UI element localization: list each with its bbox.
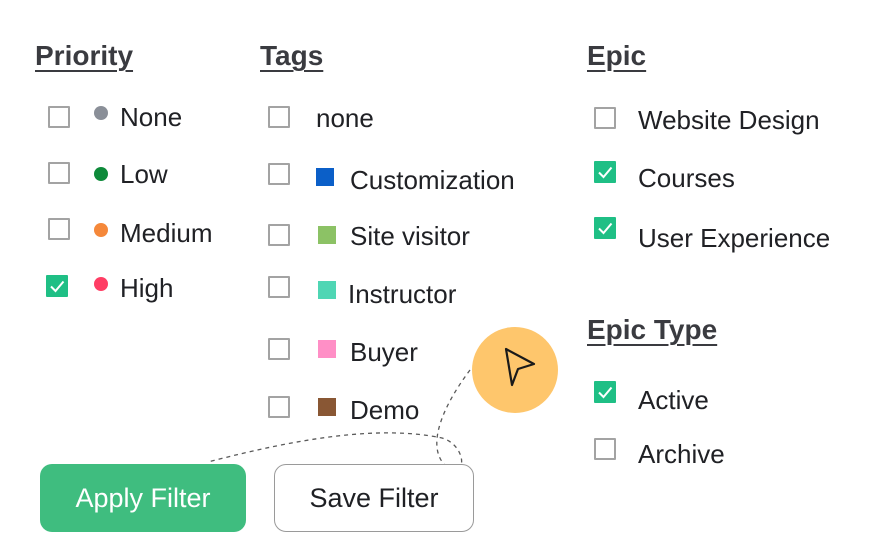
apply-filter-button[interactable]: Apply Filter (40, 464, 246, 532)
epic-type-active-checkbox[interactable] (594, 381, 616, 403)
check-icon (598, 222, 613, 235)
tag-customization-checkbox[interactable] (268, 163, 290, 185)
priority-high-checkbox[interactable] (46, 275, 68, 297)
epic-courses-checkbox[interactable] (594, 161, 616, 183)
tag-none-checkbox[interactable] (268, 106, 290, 128)
tag-instructor-color-swatch (318, 281, 336, 299)
tag-none-label: none (316, 103, 374, 133)
tag-demo-label: Demo (350, 395, 420, 425)
tag-demo-color-swatch (318, 398, 336, 416)
epic-type-archive-label: Archive (638, 439, 725, 469)
epic-website-design-label: Website Design (638, 105, 820, 135)
priority-medium-label: Medium (120, 218, 213, 248)
priority-low-label: Low (120, 159, 168, 189)
epic-user-experience-checkbox[interactable] (594, 217, 616, 239)
tag-site-visitor-color-swatch (318, 226, 336, 244)
tag-site-visitor-label: Site visitor (350, 221, 470, 251)
tag-instructor-checkbox[interactable] (268, 276, 290, 298)
epic-courses-label: Courses (638, 163, 735, 193)
tag-customization-label: Customization (350, 165, 515, 195)
priority-low-color-dot (94, 167, 108, 181)
cursor-highlight (472, 327, 558, 413)
epic-heading: Epic (587, 40, 647, 71)
priority-high-color-dot (94, 277, 108, 291)
priority-none-checkbox[interactable] (48, 106, 70, 128)
priority-medium-checkbox[interactable] (48, 218, 70, 240)
tag-buyer-color-swatch (318, 340, 336, 358)
tag-demo-checkbox[interactable] (268, 396, 290, 418)
tag-instructor-label: Instructor (348, 279, 457, 309)
priority-none-label: None (120, 102, 183, 132)
tag-buyer-label: Buyer (350, 337, 418, 367)
tag-site-visitor-checkbox[interactable] (268, 224, 290, 246)
tags-heading: Tags (260, 40, 324, 71)
priority-high-label: High (120, 273, 174, 303)
epic-type-active-label: Active (638, 385, 709, 415)
pointer-arrow-icon (504, 347, 536, 387)
priority-none-color-dot (94, 106, 108, 120)
save-filter-button[interactable]: Save Filter (274, 464, 474, 532)
tag-customization-color-swatch (316, 168, 334, 186)
epic-user-experience-label: User Experience (638, 223, 831, 253)
priority-medium-color-dot (94, 223, 108, 237)
epic-type-archive-checkbox[interactable] (594, 438, 616, 460)
tag-buyer-checkbox[interactable] (268, 338, 290, 360)
epic-type-heading: Epic Type (587, 314, 718, 345)
check-icon (598, 386, 613, 399)
priority-low-checkbox[interactable] (48, 162, 70, 184)
check-icon (598, 166, 613, 179)
check-icon (50, 280, 65, 293)
priority-heading: Priority (35, 40, 134, 71)
epic-website-design-checkbox[interactable] (594, 107, 616, 129)
